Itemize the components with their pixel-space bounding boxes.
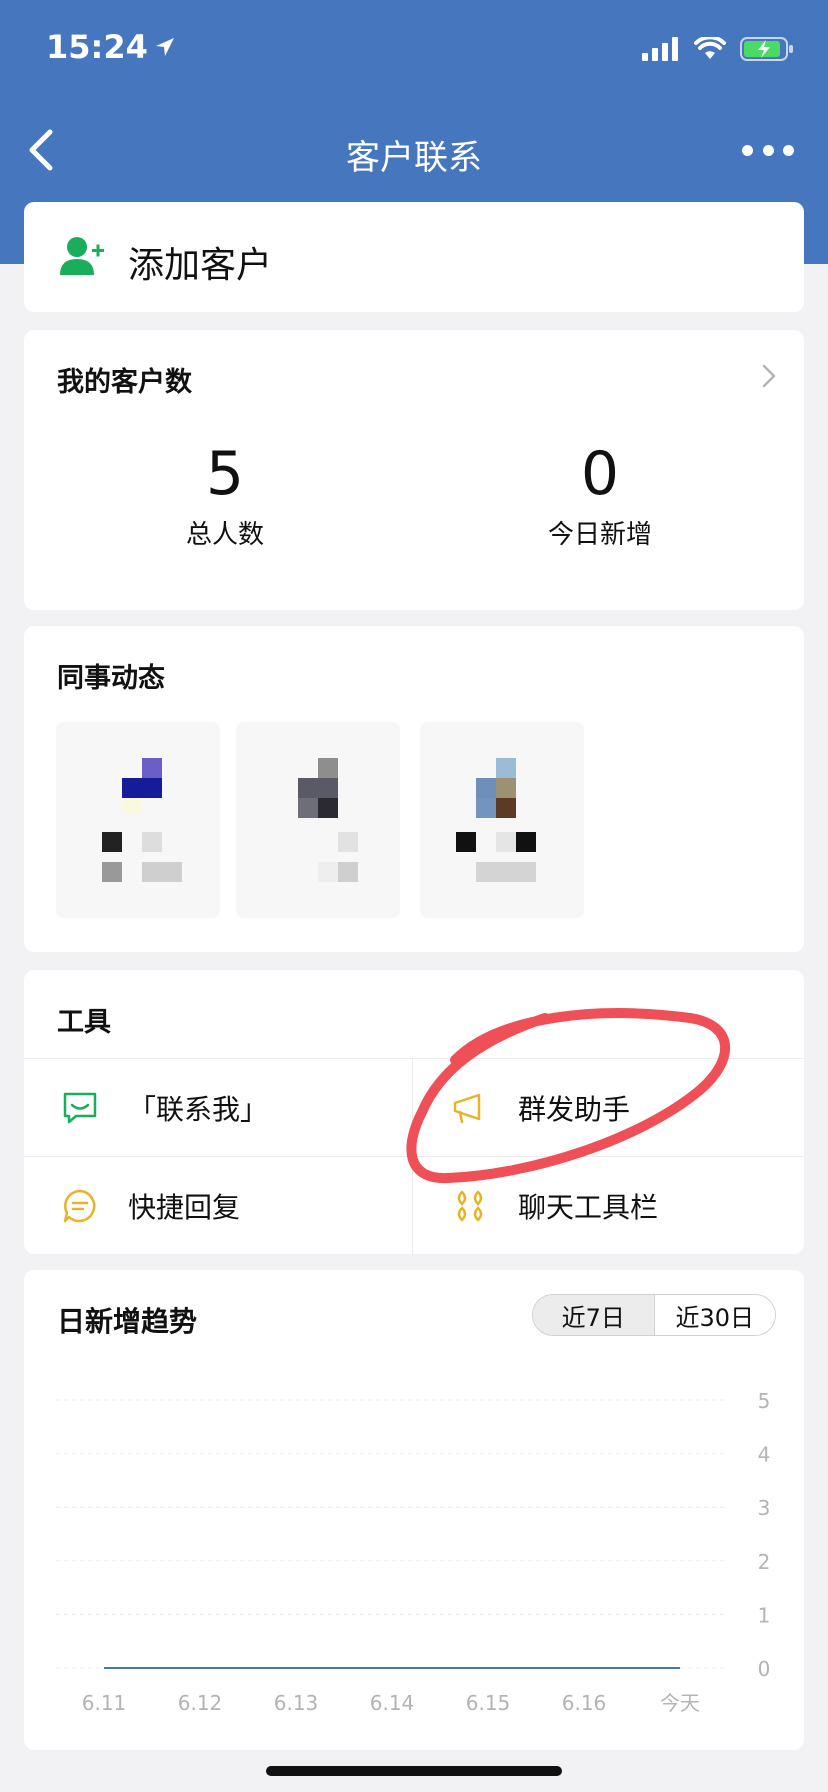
x-tick-label: 6.11 bbox=[82, 1691, 127, 1715]
tool-label: 聊天工具栏 bbox=[518, 1190, 659, 1224]
x-tick-label: 6.16 bbox=[562, 1691, 607, 1715]
today-new-stat: 0 今日新增 bbox=[450, 440, 750, 551]
add-person-icon bbox=[60, 237, 104, 275]
today-new-label: 今日新增 bbox=[547, 520, 652, 550]
tools-card: 工具 「联系我」 群发助手 快捷回复 聊天工具栏 bbox=[24, 970, 804, 1255]
x-tick-label: 今天 bbox=[660, 1691, 700, 1715]
colleague-tile[interactable] bbox=[420, 722, 584, 918]
customer-count-title: 我的客户数 bbox=[57, 367, 192, 398]
tool-label: 快捷回复 bbox=[128, 1190, 241, 1224]
tool-quick-reply[interactable]: 快捷回复 bbox=[24, 1157, 413, 1254]
x-tick-label: 6.14 bbox=[370, 1691, 415, 1715]
y-tick-label: 3 bbox=[758, 1496, 771, 1520]
page-title: 客户联系 bbox=[346, 138, 482, 178]
home-indicator bbox=[266, 1766, 562, 1776]
y-tick-label: 5 bbox=[758, 1389, 771, 1413]
total-customers-value: 5 bbox=[205, 439, 245, 509]
quick-reply-icon bbox=[60, 1186, 100, 1226]
y-tick-label: 4 bbox=[758, 1443, 771, 1467]
tool-label: 群发助手 bbox=[518, 1092, 631, 1126]
megaphone-icon bbox=[450, 1088, 490, 1128]
customer-count-card[interactable]: 我的客户数 5 总人数 0 今日新增 bbox=[24, 330, 804, 610]
wifi-icon bbox=[694, 37, 726, 59]
trend-chart: 0 1 2 3 4 5 6.11 6.12 6.13 6.14 6.15 6.16 今天 bbox=[56, 1389, 771, 1715]
contact-me-icon bbox=[60, 1088, 100, 1128]
tools-grid: 「联系我」 群发助手 快捷回复 聊天工具栏 bbox=[24, 1058, 804, 1255]
signal-icon bbox=[642, 37, 678, 61]
colleague-tile[interactable] bbox=[56, 722, 220, 918]
total-customers-label: 总人数 bbox=[185, 520, 264, 550]
tool-chat-toolbar[interactable]: 聊天工具栏 bbox=[414, 1157, 803, 1254]
y-tick-label: 2 bbox=[758, 1550, 771, 1574]
toolbar-icon bbox=[450, 1186, 490, 1226]
y-tick-label: 0 bbox=[758, 1657, 771, 1681]
total-customers-stat: 5 总人数 bbox=[75, 440, 375, 551]
navbar: 客户联系 bbox=[0, 100, 828, 200]
more-menu-button[interactable] bbox=[742, 126, 794, 174]
trend-card: 日新增趋势 近7日 近30日 0 1 2 3 4 5 6.11 6.12 6.13 6.14 6.1… bbox=[24, 1270, 804, 1750]
tool-label: 「联系我」 bbox=[128, 1092, 269, 1126]
chevron-right-icon bbox=[762, 364, 776, 388]
y-tick-label: 1 bbox=[758, 1603, 771, 1627]
status-icons bbox=[642, 36, 794, 62]
add-customer-label: 添加客户 bbox=[128, 245, 273, 286]
add-customer-button[interactable]: 添加客户 bbox=[24, 202, 804, 312]
location-arrow-icon bbox=[155, 38, 174, 56]
colleague-tile[interactable] bbox=[236, 722, 400, 918]
tools-title: 工具 bbox=[57, 1007, 111, 1038]
status-time: 15:24 bbox=[46, 28, 176, 66]
x-tick-label: 6.12 bbox=[178, 1691, 223, 1715]
status-time-text: 15:24 bbox=[46, 28, 148, 66]
x-tick-label: 6.15 bbox=[466, 1691, 511, 1715]
x-tick-label: 6.13 bbox=[274, 1691, 319, 1715]
tool-contact-me[interactable]: 「联系我」 bbox=[24, 1059, 413, 1156]
colleague-activity-title: 同事动态 bbox=[57, 663, 165, 694]
colleague-activity-card: 同事动态 bbox=[24, 626, 804, 952]
status-bar: 15:24 bbox=[0, 0, 828, 100]
battery-charging-icon bbox=[740, 37, 793, 61]
today-new-value: 0 bbox=[580, 439, 620, 509]
tool-mass-messaging[interactable]: 群发助手 bbox=[414, 1059, 803, 1156]
